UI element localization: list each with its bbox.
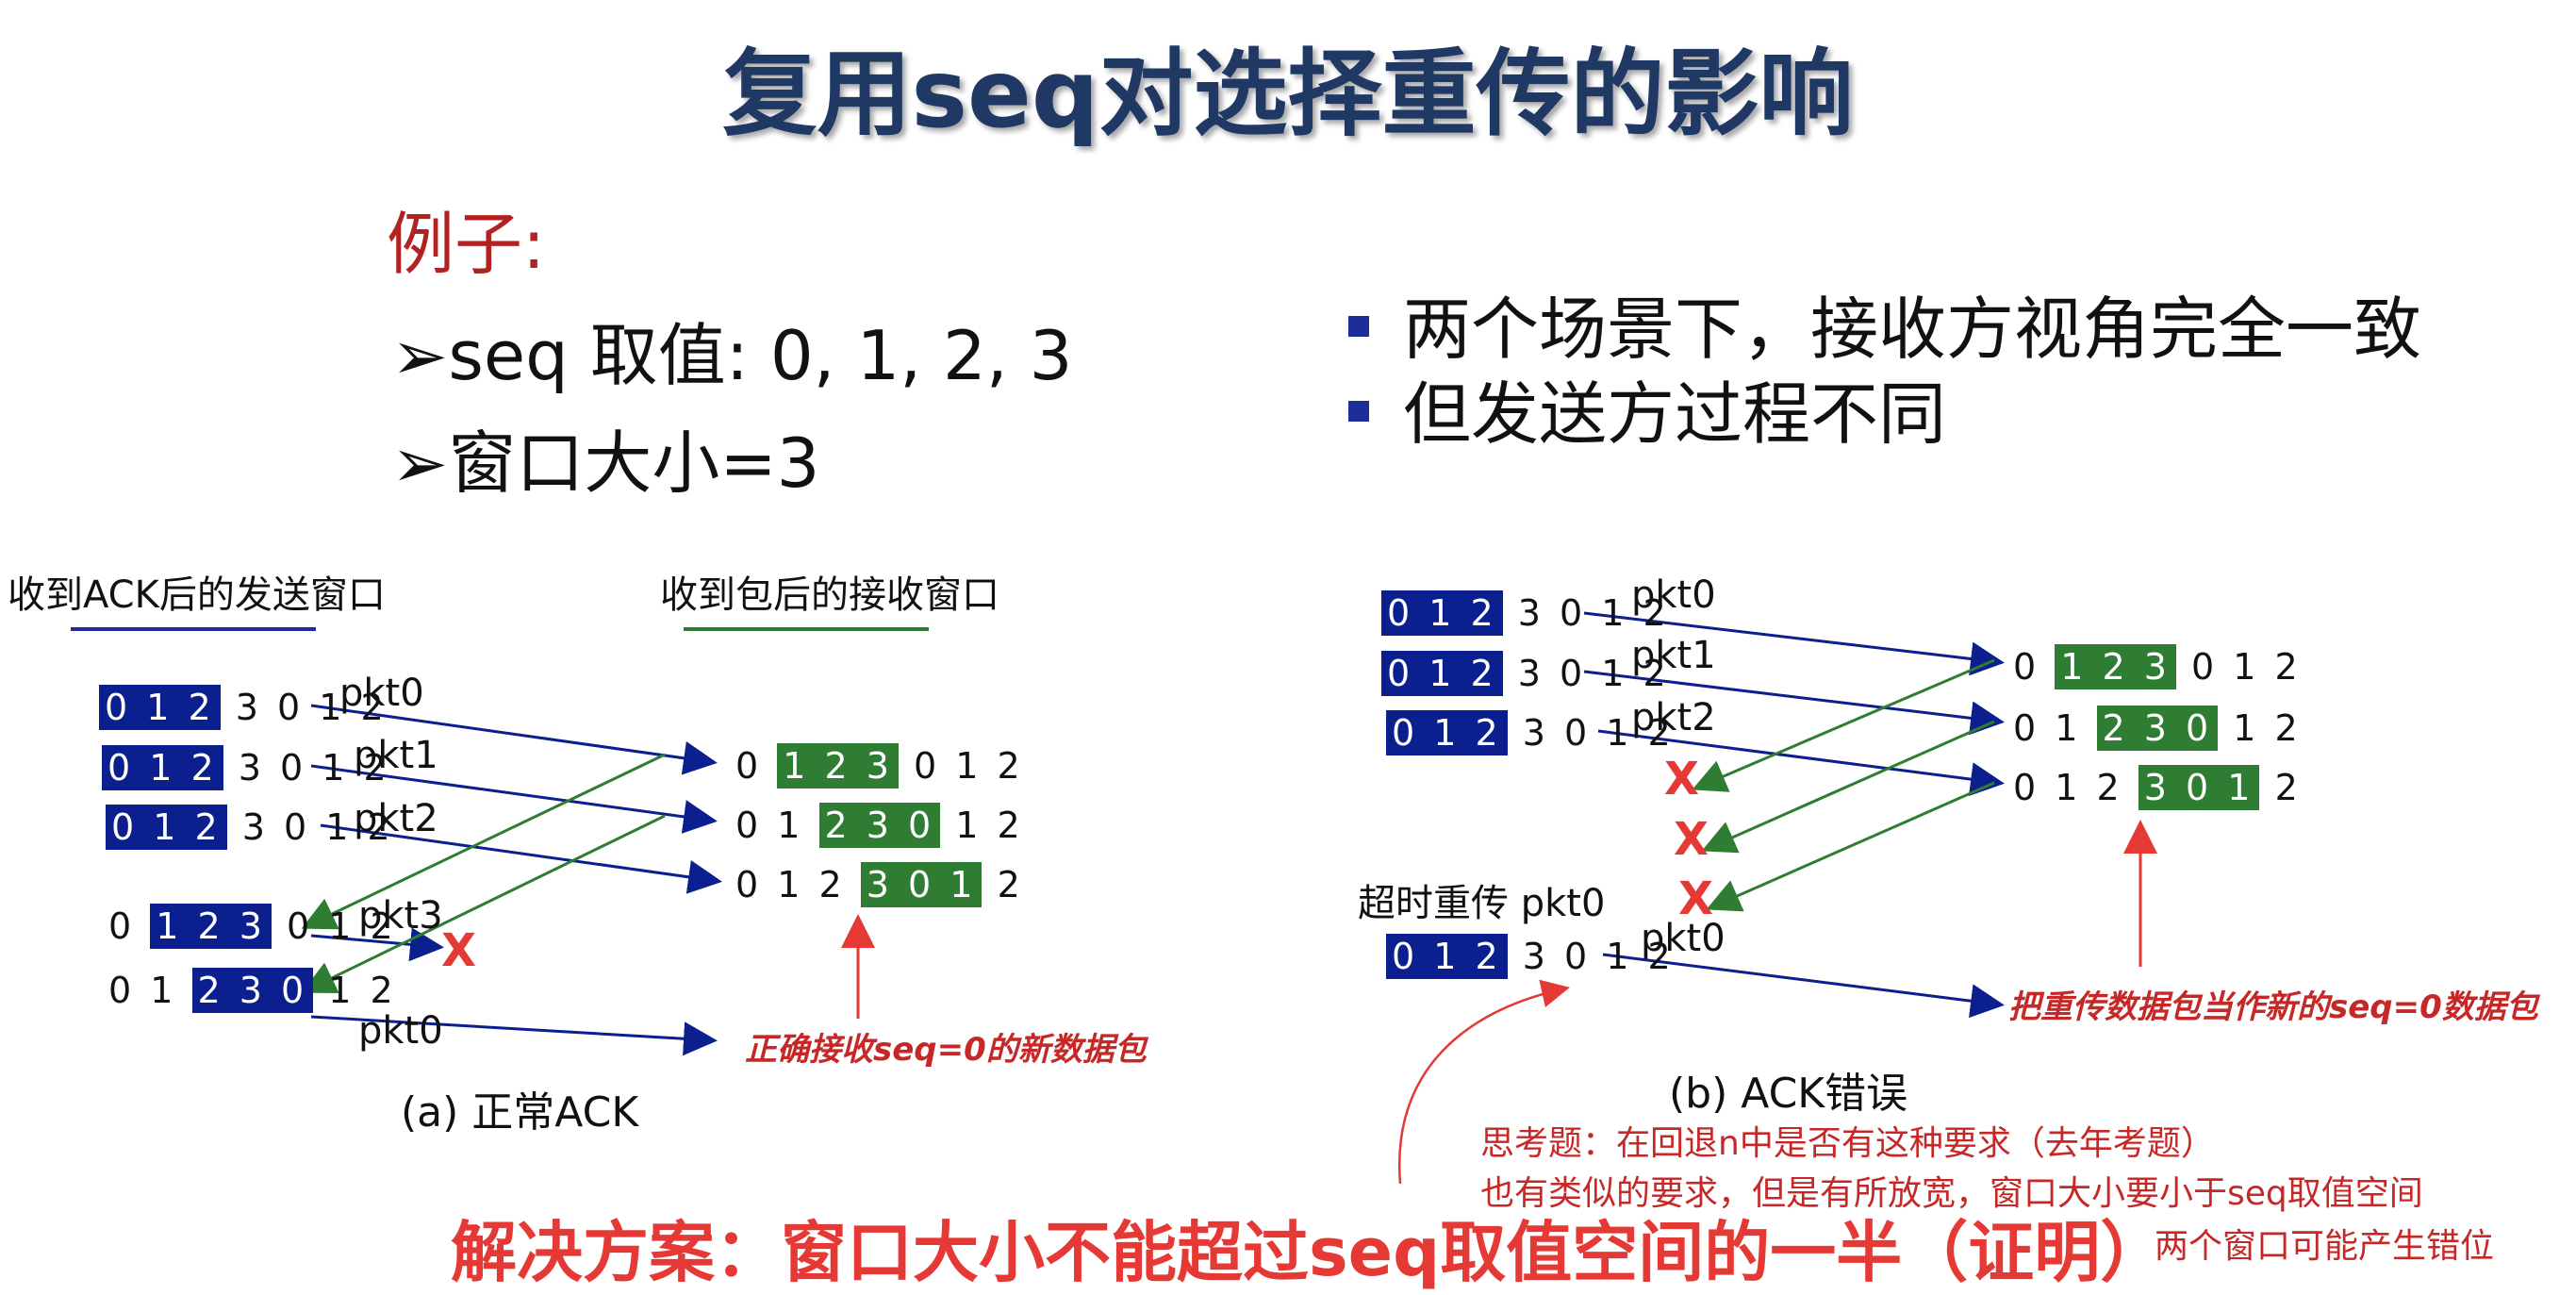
a-pkt1-label: pkt1 (354, 734, 438, 777)
solution-text: 解决方案：窗口大小不能超过seq取值空间的一半（证明） (451, 1214, 2167, 1291)
a-send-row-4: 0 1 2 3 0 1 2 (108, 904, 397, 949)
send-window-label: 收到ACK后的发送窗口 (8, 573, 386, 617)
a-send-row-2: 0 1 2 3 0 1 2 (102, 745, 390, 790)
a-recv-row-3: 0 1 2 3 0 1 2 (735, 862, 1024, 907)
b-ack-lost-x-icon: X (1674, 813, 1709, 866)
a-pkt0-label: pkt0 (339, 672, 424, 715)
send-window: 0 1 2 (1386, 710, 1508, 755)
b-send-row-1: 0 1 2 3 0 1 2 (1381, 590, 1670, 636)
b-recv-row-2: 0 1 2 3 0 1 2 (2013, 706, 2302, 751)
b-note: 把重传数据包当作新的seq=0数据包 (2008, 988, 2538, 1026)
a-recv-row-2: 0 1 2 3 0 1 2 (735, 803, 1024, 848)
a-send-row-3: 0 1 2 3 0 1 2 (106, 805, 394, 850)
send-window: 0 1 2 (1381, 590, 1503, 636)
recv-window: 2 3 0 (2096, 706, 2219, 751)
b-pkt1-label: pkt1 (1631, 634, 1716, 677)
recv-window: 3 0 1 (860, 862, 983, 907)
b-pkt0-label: pkt0 (1631, 573, 1716, 617)
arrows-layer (71, 611, 2157, 1185)
send-window: 1 2 3 (150, 904, 272, 949)
recv-window-label: 收到包后的接收窗口 (660, 573, 999, 617)
a-loss-x-icon: X (441, 924, 477, 977)
send-window: 2 3 0 (191, 968, 314, 1013)
send-window: 0 1 2 (106, 805, 227, 850)
a-pkt0b-label: pkt0 (358, 1009, 443, 1053)
a-send-row-5: 0 1 2 3 0 1 2 (108, 968, 397, 1013)
a-caption: (a) 正常ACK (401, 1088, 639, 1137)
a-recv-row-1: 0 1 2 3 0 1 2 (735, 743, 1024, 789)
send-window: 0 1 2 (1386, 934, 1508, 979)
recv-window: 1 2 3 (777, 743, 899, 789)
recv-window: 2 3 0 (818, 803, 941, 848)
recv-window: 3 0 1 (2138, 765, 2260, 810)
b-caption: (b) ACK错误 (1669, 1070, 1908, 1118)
a-note: 正确接收seq=0的新数据包 (745, 1031, 1147, 1069)
b-ack-lost-x-icon: X (1664, 753, 1700, 805)
recv-window: 1 2 3 (2055, 644, 2176, 689)
b-ack-arrow-2 (1701, 720, 1995, 854)
b-ack-arrow-3 (1706, 781, 1995, 912)
think-note: 两个窗口可能产生错位 (2155, 1227, 2495, 1266)
b-send-row-2: 0 1 2 3 0 1 2 (1381, 651, 1670, 696)
b-pkt2-label: pkt2 (1631, 696, 1716, 739)
b-send-row-4: 0 1 2 3 0 1 2 (1386, 934, 1675, 979)
send-window: 0 1 2 (99, 685, 221, 730)
b-recv-row-1: 0 1 2 3 0 1 2 (2013, 644, 2302, 689)
b-retransmit-label: 超时重传 pkt0 (1358, 882, 1606, 925)
b-ack-arrow-1 (1692, 658, 1995, 792)
send-window: 0 1 2 (1381, 651, 1503, 696)
send-window: 0 1 2 (102, 745, 223, 790)
b-recv-row-3: 0 1 2 3 0 1 2 (2013, 765, 2302, 810)
b-ack-lost-x-icon: X (1678, 872, 1714, 925)
a-pkt3-label: pkt3 (358, 894, 443, 938)
a-pkt2-label: pkt2 (354, 797, 438, 840)
think-question: 思考题：在回退n中是否有这种要求（去年考题） (1480, 1124, 2215, 1163)
